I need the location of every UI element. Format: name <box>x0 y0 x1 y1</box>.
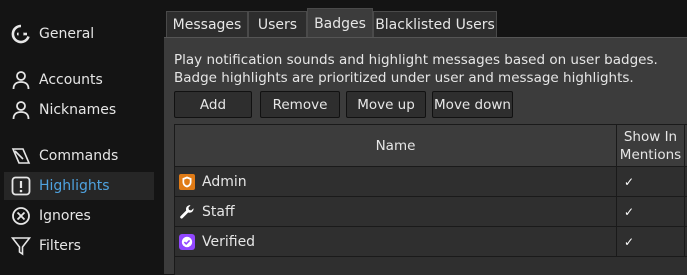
show-in-mentions-cell[interactable]: ✓ <box>617 197 685 226</box>
badges-table: Name Show In Mentions Admin ✓ Staff ✓ Ve… <box>174 124 687 275</box>
badge-name: Verified <box>202 233 256 250</box>
name-cell[interactable]: Admin <box>175 167 617 196</box>
user-icon <box>6 96 36 124</box>
ignore-icon <box>6 202 36 230</box>
sidebar-item-label: General <box>39 26 95 42</box>
show-in-mentions-cell[interactable]: ✓ <box>617 167 685 196</box>
table-row[interactable]: Staff ✓ <box>175 197 687 227</box>
tab-badges[interactable]: Badges <box>307 8 373 39</box>
move-up-button[interactable]: Move up <box>346 91 426 118</box>
verified-check-icon <box>179 233 195 250</box>
tab-blacklisted-users[interactable]: Blacklisted Users <box>373 11 497 38</box>
table-row[interactable]: Verified ✓ <box>175 227 687 257</box>
badge-name: Staff <box>202 203 235 220</box>
tab-messages[interactable]: Messages <box>166 11 248 38</box>
filter-icon <box>6 232 36 260</box>
sidebar-item-label: Ignores <box>39 208 91 224</box>
show-in-mentions-cell[interactable]: ✓ <box>617 227 685 256</box>
sidebar-item-label: Nicknames <box>39 102 117 118</box>
remove-button[interactable]: Remove <box>260 91 340 118</box>
show-in-mentions-checkbox[interactable]: ✓ <box>623 176 635 188</box>
sidebar-item-label: Accounts <box>39 72 103 88</box>
description: Play notification sounds and highlight m… <box>174 52 658 86</box>
name-cell[interactable]: Verified <box>175 227 617 256</box>
sidebar-item-general[interactable]: General <box>4 20 154 48</box>
settings-sidebar: General Accounts Nicknames Commands High… <box>0 0 164 274</box>
sidebar-item-filters[interactable]: Filters <box>4 232 154 260</box>
badge-name: Admin <box>202 173 247 190</box>
column-header-show-in-mentions[interactable]: Show In Mentions <box>617 125 685 167</box>
command-icon <box>6 142 36 170</box>
wrench-icon <box>179 204 195 220</box>
column-header-name[interactable]: Name <box>175 125 617 167</box>
show-in-mentions-checkbox[interactable]: ✓ <box>623 206 635 218</box>
exclamation-icon <box>6 172 36 200</box>
table-row[interactable]: Admin ✓ <box>175 167 687 197</box>
sidebar-item-commands[interactable]: Commands <box>4 142 154 170</box>
move-down-button[interactable]: Move down <box>432 91 513 118</box>
badges-panel: Play notification sounds and highlight m… <box>164 37 687 275</box>
name-cell[interactable]: Staff <box>175 197 617 226</box>
sidebar-item-accounts[interactable]: Accounts <box>4 66 154 94</box>
sidebar-item-label: Filters <box>39 238 81 254</box>
show-in-mentions-checkbox[interactable]: ✓ <box>623 236 635 248</box>
sidebar-item-label: Highlights <box>39 178 110 194</box>
logo-icon <box>6 20 36 48</box>
sidebar-item-highlights[interactable]: Highlights <box>4 172 154 200</box>
tab-users[interactable]: Users <box>248 11 307 38</box>
add-button[interactable]: Add <box>174 91 252 118</box>
admin-shield-icon <box>179 173 195 190</box>
sidebar-item-label: Commands <box>39 148 119 164</box>
user-icon <box>6 66 36 94</box>
sidebar-item-ignores[interactable]: Ignores <box>4 202 154 230</box>
sidebar-item-nicknames[interactable]: Nicknames <box>4 96 154 124</box>
